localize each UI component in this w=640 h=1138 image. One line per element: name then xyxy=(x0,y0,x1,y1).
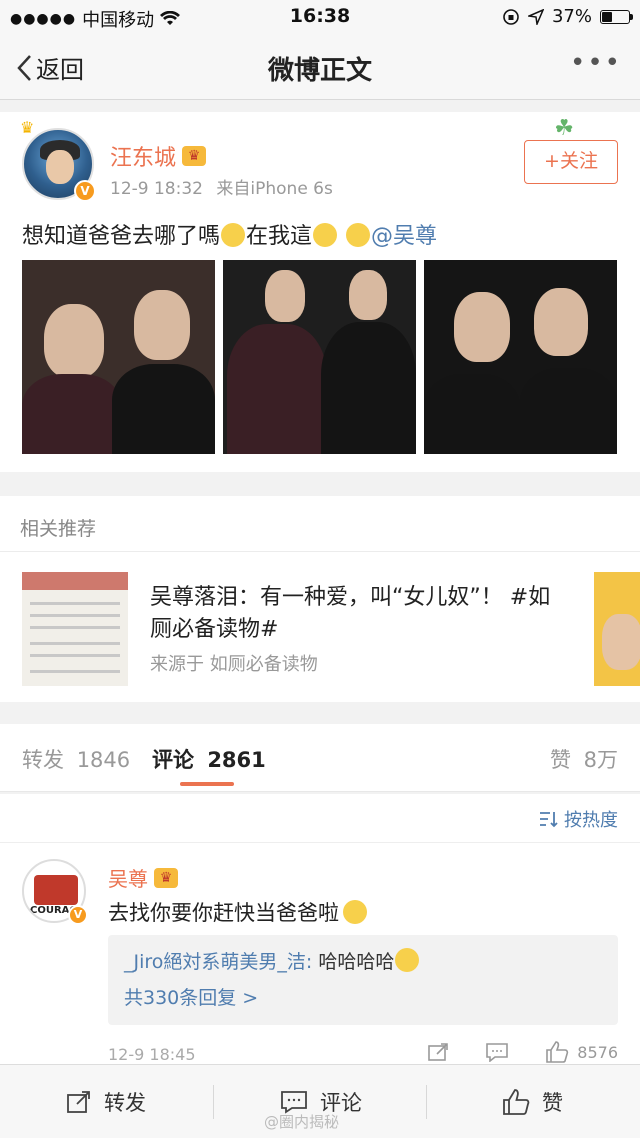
mention-link[interactable]: @吴尊 xyxy=(371,224,437,249)
tab-repost-count: 1846 xyxy=(76,748,131,772)
view-all-replies-link[interactable]: 共330条回复 > xyxy=(124,983,258,1010)
sort-by-hot-button[interactable]: 按热度 xyxy=(538,806,618,832)
sort-icon xyxy=(540,812,558,828)
related-recommendations: 相关推荐 吴尊落泪：有一种爱，叫“女儿奴”！ #如厕必备读物# 来源于 如厕必备… xyxy=(0,496,640,702)
related-title: 吴尊落泪：有一种爱，叫“女儿奴”！ #如厕必备读物# xyxy=(150,585,551,642)
tears-of-joy-emoji-icon xyxy=(395,948,420,972)
post-source: 来自iPhone 6s xyxy=(216,179,333,199)
nav-bar: 返回 微博正文 ••• xyxy=(0,34,640,100)
interaction-tabs: 转发 1846 评论 2861 赞 8万 xyxy=(0,724,640,792)
crown-decoration-icon: ♛ xyxy=(20,118,35,137)
author-name[interactable]: 汪东城 ♛ xyxy=(110,140,207,172)
sort-bar: 按热度 xyxy=(0,794,640,842)
clover-decoration-icon: ☘ xyxy=(554,116,574,141)
reply-text: 哈哈哈哈 xyxy=(318,951,395,973)
repost-label: 转发 xyxy=(104,1091,146,1115)
active-tab-indicator xyxy=(180,782,234,786)
post-photo-3[interactable] xyxy=(424,260,617,454)
related-thumbnail xyxy=(22,572,128,686)
like-icon xyxy=(503,1089,530,1115)
commenter-vip-icon: ♛ xyxy=(154,867,178,888)
comment-time: 12-9 18:45 xyxy=(108,1045,196,1064)
comment-actions: 8576 xyxy=(427,1041,618,1063)
comment-like-count: 8576 xyxy=(577,1042,618,1062)
thumbs-up-icon xyxy=(546,1041,569,1063)
sort-label: 按热度 xyxy=(564,810,618,831)
vip-crown-icon: ♛ xyxy=(182,146,207,166)
weibo-post: ♛ V 汪东城 ♛ 12-9 18:32 来自iPhone 6s ☘ +关注 想… xyxy=(0,112,640,472)
page-title: 微博正文 xyxy=(267,56,372,86)
thinking-emoji-icon xyxy=(221,223,246,247)
tab-comment-label: 评论 xyxy=(152,748,194,772)
location-icon xyxy=(527,8,544,25)
post-time: 12-9 18:32 xyxy=(110,179,203,199)
tab-like-label: 赞 xyxy=(549,748,571,772)
separator xyxy=(426,1085,427,1119)
bottom-action-bar: 转发 评论 赞 @圈内揭秘 xyxy=(0,1064,640,1138)
commenter-name-text: 吴尊 xyxy=(108,867,148,891)
post-photo-1[interactable] xyxy=(22,260,215,454)
more-options-icon[interactable]: ••• xyxy=(570,48,622,78)
reply-line: _Jiro絕対系萌美男_洁: 哈哈哈哈 xyxy=(124,947,420,974)
related-source: 来源于 如厕必备读物 xyxy=(150,654,318,675)
tab-like-count: 8万 xyxy=(583,748,618,772)
related-side-thumbnail[interactable] xyxy=(594,572,640,686)
laughing-emoji-icon-2 xyxy=(346,223,371,247)
verified-badge-icon: V xyxy=(74,180,96,202)
comment-text-body: 去找你要你赶快当爸爸啦 xyxy=(108,901,339,925)
battery-icon xyxy=(600,9,633,24)
tab-repost[interactable]: 转发 1846 xyxy=(22,744,130,774)
related-article[interactable]: 吴尊落泪：有一种爱，叫“女儿奴”！ #如厕必备读物# 来源于 如厕必备读物 xyxy=(22,572,640,686)
avatar-face xyxy=(46,150,74,184)
like-label: 赞 xyxy=(542,1091,563,1115)
battery-level-fill xyxy=(602,11,613,22)
follow-button[interactable]: +关注 xyxy=(524,140,618,184)
status-right: 37% xyxy=(502,6,633,27)
repost-icon xyxy=(67,1091,90,1113)
laughing-emoji-icon xyxy=(313,223,338,247)
related-header: 相关推荐 xyxy=(0,496,640,552)
grin-emoji-icon xyxy=(343,900,367,924)
repost-button[interactable]: 转发 xyxy=(66,1087,146,1117)
post-text: 想知道爸爸去哪了嗎 在我這 @吴尊 xyxy=(22,218,437,250)
comment-item: COURAG V 吴尊 ♛ 去找你要你赶快当爸爸啦 _Jiro絕対系萌美男_洁:… xyxy=(0,842,640,1072)
reply-preview[interactable]: _Jiro絕対系萌美男_洁: 哈哈哈哈 共330条回复 > xyxy=(108,935,618,1025)
photo-grid xyxy=(22,260,617,454)
status-bar: ●●●●● 中国移动 16:38 37% xyxy=(0,0,640,34)
reply-author[interactable]: _Jiro絕対系萌美男_洁: xyxy=(124,951,312,973)
comment-like-button[interactable]: 8576 xyxy=(545,1041,618,1063)
watermark: @圈内揭秘 xyxy=(264,1113,340,1131)
author-avatar[interactable]: ♛ V xyxy=(20,118,96,202)
separator xyxy=(213,1085,214,1119)
reply-comment-icon[interactable] xyxy=(485,1042,509,1062)
tab-comment-count: 2861 xyxy=(207,748,266,772)
comment-text: 去找你要你赶快当爸爸啦 xyxy=(108,897,368,927)
tab-repost-label: 转发 xyxy=(22,748,64,772)
commenter-verified-icon: V xyxy=(68,905,88,925)
share-icon[interactable] xyxy=(427,1042,449,1062)
battery-percent: 37% xyxy=(551,6,592,27)
orientation-lock-icon xyxy=(503,8,519,25)
commenter-name[interactable]: 吴尊 ♛ xyxy=(108,863,178,892)
post-text-part1: 想知道爸爸去哪了嗎 xyxy=(22,224,221,249)
like-button[interactable]: 赞 xyxy=(502,1087,563,1117)
tab-comment[interactable]: 评论 2861 xyxy=(152,744,266,774)
tab-like[interactable]: 赞 8万 xyxy=(550,744,618,774)
post-photo-2[interactable] xyxy=(223,260,416,454)
author-name-text: 汪东城 xyxy=(110,146,177,171)
post-meta: 12-9 18:32 来自iPhone 6s xyxy=(110,174,333,199)
post-text-part2: 在我這 xyxy=(246,224,313,249)
